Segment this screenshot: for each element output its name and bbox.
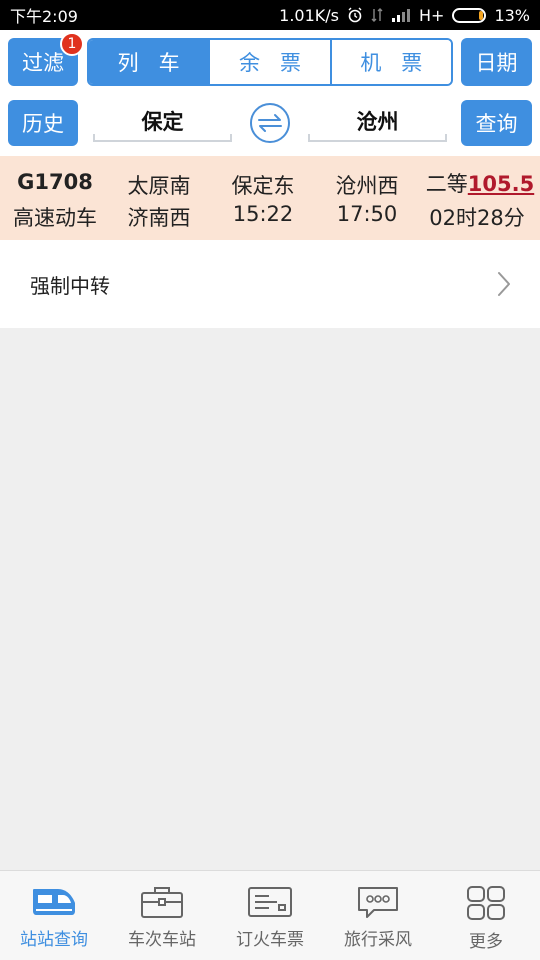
status-indicators: 1.01K/s H+ 13% (279, 6, 530, 25)
from-station-field[interactable]: 保定 (93, 102, 232, 142)
arrive-time: 17:50 (336, 202, 398, 226)
tab-remaining-tickets[interactable]: 余票 (208, 40, 330, 84)
seat-price-group: 二等105.5 (420, 168, 540, 198)
nav-more[interactable]: 更多 (432, 871, 540, 960)
battery-percent: 13% (494, 5, 530, 25)
filter-button[interactable]: 过滤 1 (8, 32, 84, 86)
chat-bubble-icon (358, 887, 398, 918)
briefcase-icon (141, 887, 183, 918)
nav-travel-stories[interactable]: 旅行采风 (324, 871, 432, 960)
forced-transfer-label: 强制中转 (30, 273, 110, 298)
battery-fill (479, 10, 484, 20)
grid-icon (467, 886, 505, 920)
signal-icon (391, 8, 411, 22)
depart-station: 保定东 (231, 174, 295, 198)
to-station-field[interactable]: 沧州 (308, 102, 447, 142)
battery-icon (452, 7, 487, 23)
nav-book-ticket[interactable]: 订火车票 (216, 871, 324, 960)
terminal-station: 济南西 (127, 206, 191, 230)
nav-train-station[interactable]: 车次车站 (108, 871, 216, 960)
tab-train[interactable]: 列车 (89, 40, 209, 84)
chevron-right-icon (498, 272, 510, 296)
alarm-icon (347, 7, 363, 23)
data-transfer-icon (371, 7, 383, 23)
nav-label-train-station: 车次车站 (128, 930, 196, 950)
arrive-station: 沧州西 (335, 174, 399, 198)
query-button[interactable]: 查询 (461, 100, 532, 146)
filter-label: 过滤 (22, 51, 64, 75)
filter-badge: 1 (60, 32, 84, 56)
nav-label-travel-stories: 旅行采风 (344, 930, 412, 950)
train-type: 高速动车 (13, 206, 97, 230)
travel-duration: 02时28分 (429, 206, 525, 230)
origin-station: 太原南 (127, 174, 191, 198)
swap-arrows-icon (258, 114, 282, 132)
nav-station-query[interactable]: 站站查询 (0, 871, 108, 960)
nav-label-station-query: 站站查询 (20, 930, 88, 950)
nav-label-book-ticket: 订火车票 (236, 930, 304, 950)
ticket-price[interactable]: 105.5 (468, 172, 534, 196)
history-button[interactable]: 历史 (8, 100, 78, 146)
nav-label-more: 更多 (469, 932, 503, 952)
status-time: 下午2:09 (10, 7, 78, 26)
train-result-row[interactable]: G1708 高速动车 太原南 济南西 保定东 15:22 沧州西 17:50 二… (0, 156, 540, 240)
date-button[interactable]: 日期 (461, 38, 532, 86)
ticket-icon (248, 887, 292, 917)
tab-flight-tickets[interactable]: 机票 (329, 40, 451, 84)
forced-transfer-row[interactable]: 强制中转 (0, 240, 540, 328)
swap-stations-button[interactable] (250, 103, 290, 143)
network-speed: 1.01K/s (279, 5, 339, 25)
bottom-navigation: 站站查询 车次车站 订火车票 旅行采风 更多 (0, 870, 540, 960)
mode-segmented-control: 列车 余票 机票 (87, 38, 453, 86)
network-type: H+ (419, 5, 445, 25)
train-icon (33, 889, 75, 915)
depart-time: 15:22 (232, 202, 294, 226)
train-number: G1708 (17, 170, 93, 194)
status-bar: 下午2:09 1.01K/s H+ 13% (0, 0, 540, 30)
seat-class: 二等 (425, 172, 468, 196)
